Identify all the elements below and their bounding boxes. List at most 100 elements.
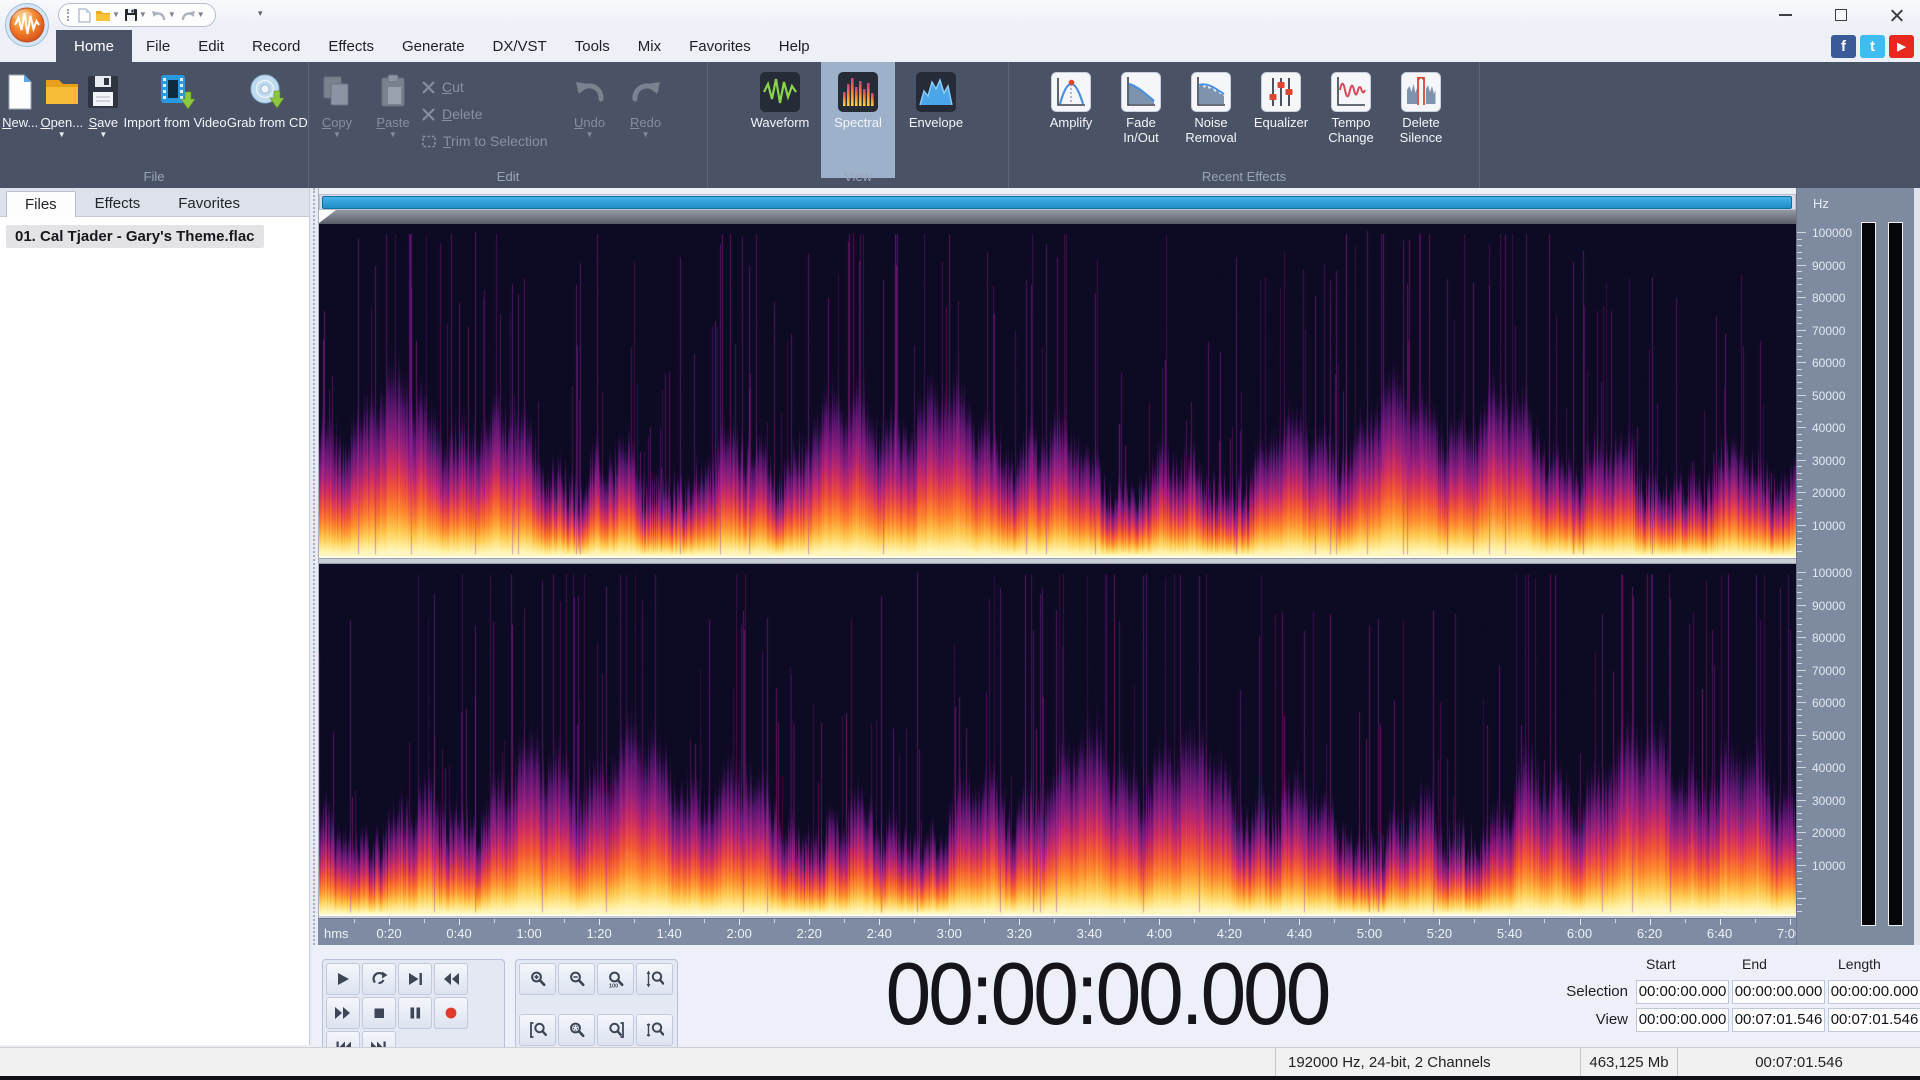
spectrogram-channel-2[interactable]: [319, 564, 1796, 916]
file-list-item[interactable]: 01. Cal Tjader - Gary's Theme.flac: [6, 225, 264, 248]
facebook-icon[interactable]: f: [1831, 35, 1856, 58]
undo-button[interactable]: Undo ▼: [562, 62, 618, 178]
pause-button[interactable]: [398, 997, 432, 1029]
play-next-button[interactable]: [398, 963, 432, 995]
frequency-tick: [1797, 498, 1802, 500]
frequency-tick: [1797, 251, 1802, 253]
loop-button[interactable]: [362, 963, 396, 995]
toolbar-options-button[interactable]: ▾: [258, 8, 264, 19]
zoom-sel-start-button[interactable]: [519, 1014, 556, 1046]
paste-button[interactable]: Paste ▼: [365, 62, 421, 178]
zoom-vertical-in-button[interactable]: [636, 963, 673, 995]
frequency-tick: [1797, 323, 1802, 325]
delete-silence-label: Delete Silence: [1399, 115, 1443, 145]
selection-start-field[interactable]: 00:00:00.000: [1636, 979, 1729, 1004]
menu-tab-record[interactable]: Record: [238, 30, 314, 62]
playhead-marker-icon[interactable]: [319, 210, 336, 223]
chevron-down-icon: ▼: [112, 10, 120, 19]
toolbar-grip[interactable]: [67, 9, 72, 21]
menu-tab-effects[interactable]: Effects: [314, 30, 388, 62]
quick-save-button[interactable]: ▼: [124, 8, 147, 22]
stop-button[interactable]: [362, 997, 396, 1029]
tempo-change-button[interactable]: Tempo Change: [1317, 62, 1385, 178]
menu-tab-generate[interactable]: Generate: [388, 30, 479, 62]
delete-silence-button[interactable]: Delete Silence: [1387, 62, 1455, 178]
zoom-vertical-out-button[interactable]: [636, 1014, 673, 1046]
minimize-button[interactable]: [1774, 4, 1796, 26]
selection-end-field[interactable]: 00:00:00.000: [1732, 979, 1825, 1004]
open-button[interactable]: Open... ▼: [40, 62, 83, 178]
menu-tab-edit[interactable]: Edit: [184, 30, 238, 62]
restore-button[interactable]: [1830, 4, 1852, 26]
seek-ruler[interactable]: [319, 210, 1796, 224]
frequency-tick: [1797, 871, 1802, 873]
frequency-tick: [1797, 290, 1802, 292]
app-logo-icon[interactable]: [4, 2, 50, 48]
save-button[interactable]: Save ▼: [83, 62, 123, 178]
quick-open-button[interactable]: ▼: [95, 9, 120, 22]
quick-undo-button[interactable]: ▼: [151, 9, 176, 22]
zoom-selection-button[interactable]: [558, 1014, 595, 1046]
frequency-tick: [1797, 845, 1802, 847]
horizontal-scrollbar[interactable]: [319, 194, 1796, 210]
scrollbar-thumb[interactable]: [322, 196, 1792, 209]
frequency-tick: [1797, 284, 1802, 286]
timeline-tick: [529, 919, 531, 925]
view-start-field[interactable]: 00:00:00.000: [1636, 1007, 1729, 1032]
view-end-field[interactable]: 00:07:01.546: [1732, 1007, 1825, 1032]
spectral-view-button[interactable]: Spectral: [821, 62, 895, 178]
zoom-sel-end-button[interactable]: [597, 1014, 634, 1046]
waveform-view-button[interactable]: Waveform: [743, 62, 817, 178]
amplify-button[interactable]: Amplify: [1037, 62, 1105, 178]
timeline-ruler[interactable]: hms 0:20 0:40 1:00 1:20 1:40 2:00 2:20 2:40 3:00…: [318, 918, 1796, 945]
fade-label: Fade In/Out: [1123, 115, 1159, 145]
delete-button[interactable]: Delete: [421, 105, 548, 123]
youtube-icon[interactable]: ▶: [1889, 35, 1914, 58]
zoom-100-button[interactable]: 100: [597, 963, 634, 995]
menu-tab-file[interactable]: File: [132, 30, 184, 62]
grab-from-cd-button[interactable]: Grab from CD: [227, 62, 308, 178]
menu-tab-tools[interactable]: Tools: [561, 30, 624, 62]
view-length-field[interactable]: 00:07:01.546: [1828, 1007, 1920, 1032]
quick-redo-button[interactable]: ▼: [180, 9, 205, 22]
envelope-label: Envelope: [908, 115, 964, 130]
envelope-view-button[interactable]: Envelope: [899, 62, 973, 178]
cut-button[interactable]: Cut: [421, 78, 548, 96]
redo-icon: [181, 10, 195, 20]
play-button[interactable]: [326, 963, 360, 995]
timeline-tick-label: 4:40: [1286, 926, 1313, 941]
fade-in-out-button[interactable]: Fade In/Out: [1107, 62, 1175, 178]
zoom-out-button[interactable]: [558, 963, 595, 995]
trim-to-selection-button[interactable]: Trim to Selection: [421, 132, 548, 150]
panel-splitter[interactable]: [310, 188, 318, 1045]
equalizer-button[interactable]: Equalizer: [1247, 62, 1315, 178]
panel-tab-effects[interactable]: Effects: [76, 190, 160, 216]
menu-tab-mix[interactable]: Mix: [624, 30, 675, 62]
selection-length-field[interactable]: 00:00:00.000: [1828, 979, 1920, 1004]
close-button[interactable]: [1886, 4, 1908, 26]
fast-forward-button[interactable]: [326, 997, 360, 1029]
menu-tab-help[interactable]: Help: [765, 30, 824, 62]
menu-tab-home[interactable]: Home: [56, 30, 133, 62]
import-from-video-button[interactable]: Import from Video: [124, 62, 227, 178]
menu-tab-favorites[interactable]: Favorites: [675, 30, 765, 62]
spectrogram-channel-1[interactable]: [319, 224, 1796, 558]
frequency-label: 80000: [1812, 631, 1846, 646]
panel-tab-favorites[interactable]: Favorites: [159, 190, 259, 216]
frequency-label: 60000: [1812, 356, 1846, 371]
noise-removal-button[interactable]: Noise Removal: [1177, 62, 1245, 178]
menu-tab-dxvst[interactable]: DX/VST: [479, 30, 561, 62]
panel-tab-files[interactable]: Files: [6, 191, 76, 217]
twitter-icon[interactable]: t: [1860, 35, 1885, 58]
frequency-tick: [1797, 544, 1802, 546]
rewind-button[interactable]: [434, 963, 468, 995]
record-button[interactable]: [434, 997, 468, 1029]
chevron-down-icon: ▼: [57, 130, 66, 139]
frequency-tick: [1797, 851, 1802, 853]
zoom-in-button[interactable]: [519, 963, 556, 995]
redo-button[interactable]: Redo ▼: [618, 62, 674, 178]
copy-button[interactable]: Copy ▼: [309, 62, 365, 178]
quick-new-button[interactable]: [78, 8, 91, 23]
frequency-tick: [1797, 531, 1802, 533]
new-button[interactable]: New...: [0, 62, 40, 178]
